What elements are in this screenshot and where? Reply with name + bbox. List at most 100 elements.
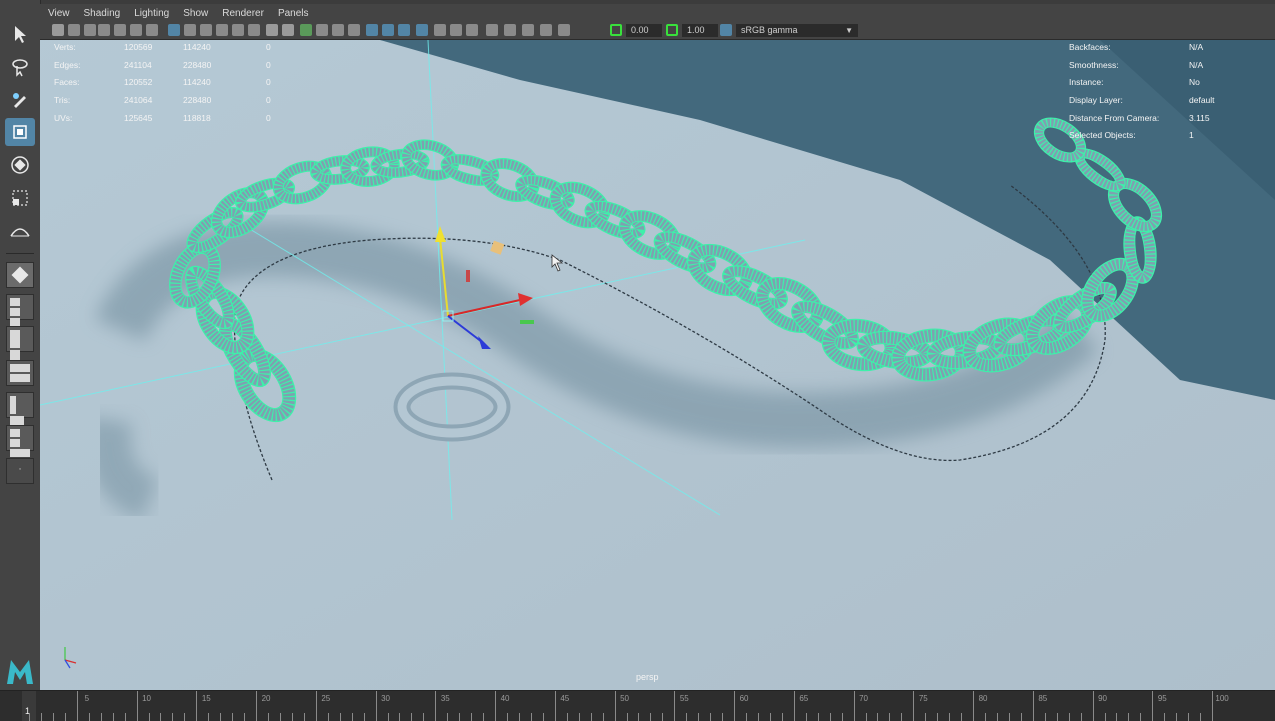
lasso-tool-icon[interactable] [5, 53, 35, 81]
toolbox: · [0, 0, 41, 690]
two-sided-lighting-icon[interactable] [434, 24, 446, 36]
side-by-side-layout-icon[interactable] [6, 326, 34, 368]
timeline-tick [136, 691, 138, 721]
timeline-tick [435, 691, 437, 721]
timeline-frame-label: 25 [321, 694, 331, 703]
backface-culling-icon[interactable] [466, 24, 478, 36]
high-quality-icon[interactable] [450, 24, 462, 36]
toolbox-separator [6, 253, 34, 254]
timeline-frame-label: 40 [500, 694, 510, 703]
gate-mask-icon[interactable] [146, 24, 158, 36]
hud-value: 114240 [183, 77, 211, 88]
camera-bookmark-icon[interactable] [68, 24, 80, 36]
film-gate-icon[interactable] [114, 24, 126, 36]
menu-shading[interactable]: Shading [84, 8, 121, 19]
motion-blur-icon[interactable] [366, 24, 378, 36]
rotate-tool-icon[interactable] [5, 151, 35, 179]
hud-value: 241064 [124, 95, 153, 106]
gamma-icon[interactable] [666, 24, 678, 36]
gamma-field[interactable]: 1.00 [682, 24, 718, 37]
shadows-icon[interactable] [282, 24, 294, 36]
use-all-lights-icon[interactable] [266, 24, 278, 36]
xray-active-icon[interactable] [332, 24, 344, 36]
timeline-frame-label: 15 [201, 694, 211, 703]
menu-view[interactable]: View [48, 8, 70, 19]
smooth-shade-icon[interactable] [184, 24, 196, 36]
time-slider[interactable]: 1 5 10 15 20 25 30 35 40 45 50 55 60 65 70 75 80 85 90 95 1… [0, 690, 1275, 721]
timeline-frame-label: 30 [381, 694, 390, 703]
persp-outliner-layout-icon[interactable] [6, 360, 34, 386]
image-plane-icon[interactable] [84, 24, 96, 36]
screen-space-ao-icon[interactable] [348, 24, 360, 36]
hud-value: 114240 [183, 42, 211, 52]
maya-logo-icon [5, 656, 35, 686]
select-camera-icon[interactable] [486, 24, 498, 36]
frame-selection-icon[interactable] [522, 24, 534, 36]
colorspace-dropdown[interactable]: sRGB gamma ▼ [736, 24, 858, 37]
camera-name-label: persp [636, 672, 659, 682]
exposure-icon[interactable] [610, 24, 622, 36]
default-material-icon[interactable] [216, 24, 228, 36]
wireframe-icon[interactable] [168, 24, 180, 36]
hud-value: 125645 [124, 112, 153, 123]
persp-uv-layout-icon[interactable] [6, 425, 34, 457]
hud-label: Display Layer: [1069, 95, 1123, 106]
persp-graph-layout-icon[interactable] [6, 392, 34, 434]
timeline-frame-label: 90 [1098, 694, 1107, 703]
timeline-tick [1032, 691, 1034, 721]
hud-value: 120552 [124, 77, 153, 88]
select-tool-icon[interactable] [5, 20, 35, 48]
xray-joints-icon[interactable] [316, 24, 328, 36]
hud-value: default [1189, 95, 1215, 106]
sequencer-icon[interactable] [558, 24, 570, 36]
move-tool-icon[interactable] [5, 118, 35, 146]
textured-icon[interactable] [248, 24, 260, 36]
timeline-frame-label: 65 [799, 694, 809, 703]
hud-label: Distance From Camera: [1069, 112, 1160, 123]
hud-poly-count-col1: 120569 241104 120552 241064 125645 [124, 42, 152, 130]
timeline-tick [1152, 691, 1154, 721]
xray-icon[interactable] [232, 24, 244, 36]
wireframe-on-shaded-icon[interactable] [200, 24, 212, 36]
timeline-tick [734, 691, 736, 721]
isolate-view-icon[interactable] [416, 24, 428, 36]
menu-panels[interactable]: Panels [278, 8, 309, 19]
hud-value: N/A [1189, 59, 1204, 70]
hud-value: 241104 [124, 59, 152, 70]
hud-label: Backfaces: [1069, 42, 1111, 52]
paint-select-icon[interactable] [5, 86, 35, 114]
hud-value: 1 [1189, 130, 1194, 141]
timeline-tick [853, 691, 855, 721]
timeline-tick [495, 691, 497, 721]
depth-of-field-icon[interactable] [398, 24, 410, 36]
hud-label: Verts: [54, 42, 76, 52]
scale-tool-icon[interactable] [5, 184, 35, 212]
resolution-gate-icon[interactable] [130, 24, 142, 36]
frame-all-icon[interactable] [504, 24, 516, 36]
hud-value: 0 [266, 77, 271, 88]
menu-lighting[interactable]: Lighting [134, 8, 169, 19]
timeline-tick [614, 691, 616, 721]
grid-icon[interactable] [98, 24, 110, 36]
more-layouts-icon[interactable]: · [6, 458, 34, 484]
timeline-tick [793, 691, 795, 721]
menu-show[interactable]: Show [183, 8, 208, 19]
hud-value: 0 [266, 112, 271, 123]
heads-up-icon[interactable] [540, 24, 552, 36]
menu-renderer[interactable]: Renderer [222, 8, 264, 19]
isolate-select-icon[interactable] [300, 24, 312, 36]
timeline-tick [913, 691, 915, 721]
timeline-frame-label: 50 [620, 694, 629, 703]
timeline-frame-label: 70 [859, 694, 868, 703]
perspective-viewport[interactable]: Verts: Edges: Faces: Tris: UVs: 120569 2… [40, 4, 1275, 690]
camera-attributes-icon[interactable] [52, 24, 64, 36]
four-view-layout-icon[interactable] [6, 294, 34, 336]
hud-value: N/A [1189, 42, 1204, 52]
color-management-icon[interactable] [720, 24, 732, 36]
soft-modification-icon[interactable] [5, 216, 35, 244]
anti-aliasing-icon[interactable] [382, 24, 394, 36]
hud-label: Instance: [1069, 77, 1104, 88]
single-perspective-layout-icon[interactable] [6, 262, 34, 288]
colorspace-value: sRGB gamma [741, 25, 798, 35]
exposure-field[interactable]: 0.00 [626, 24, 662, 37]
